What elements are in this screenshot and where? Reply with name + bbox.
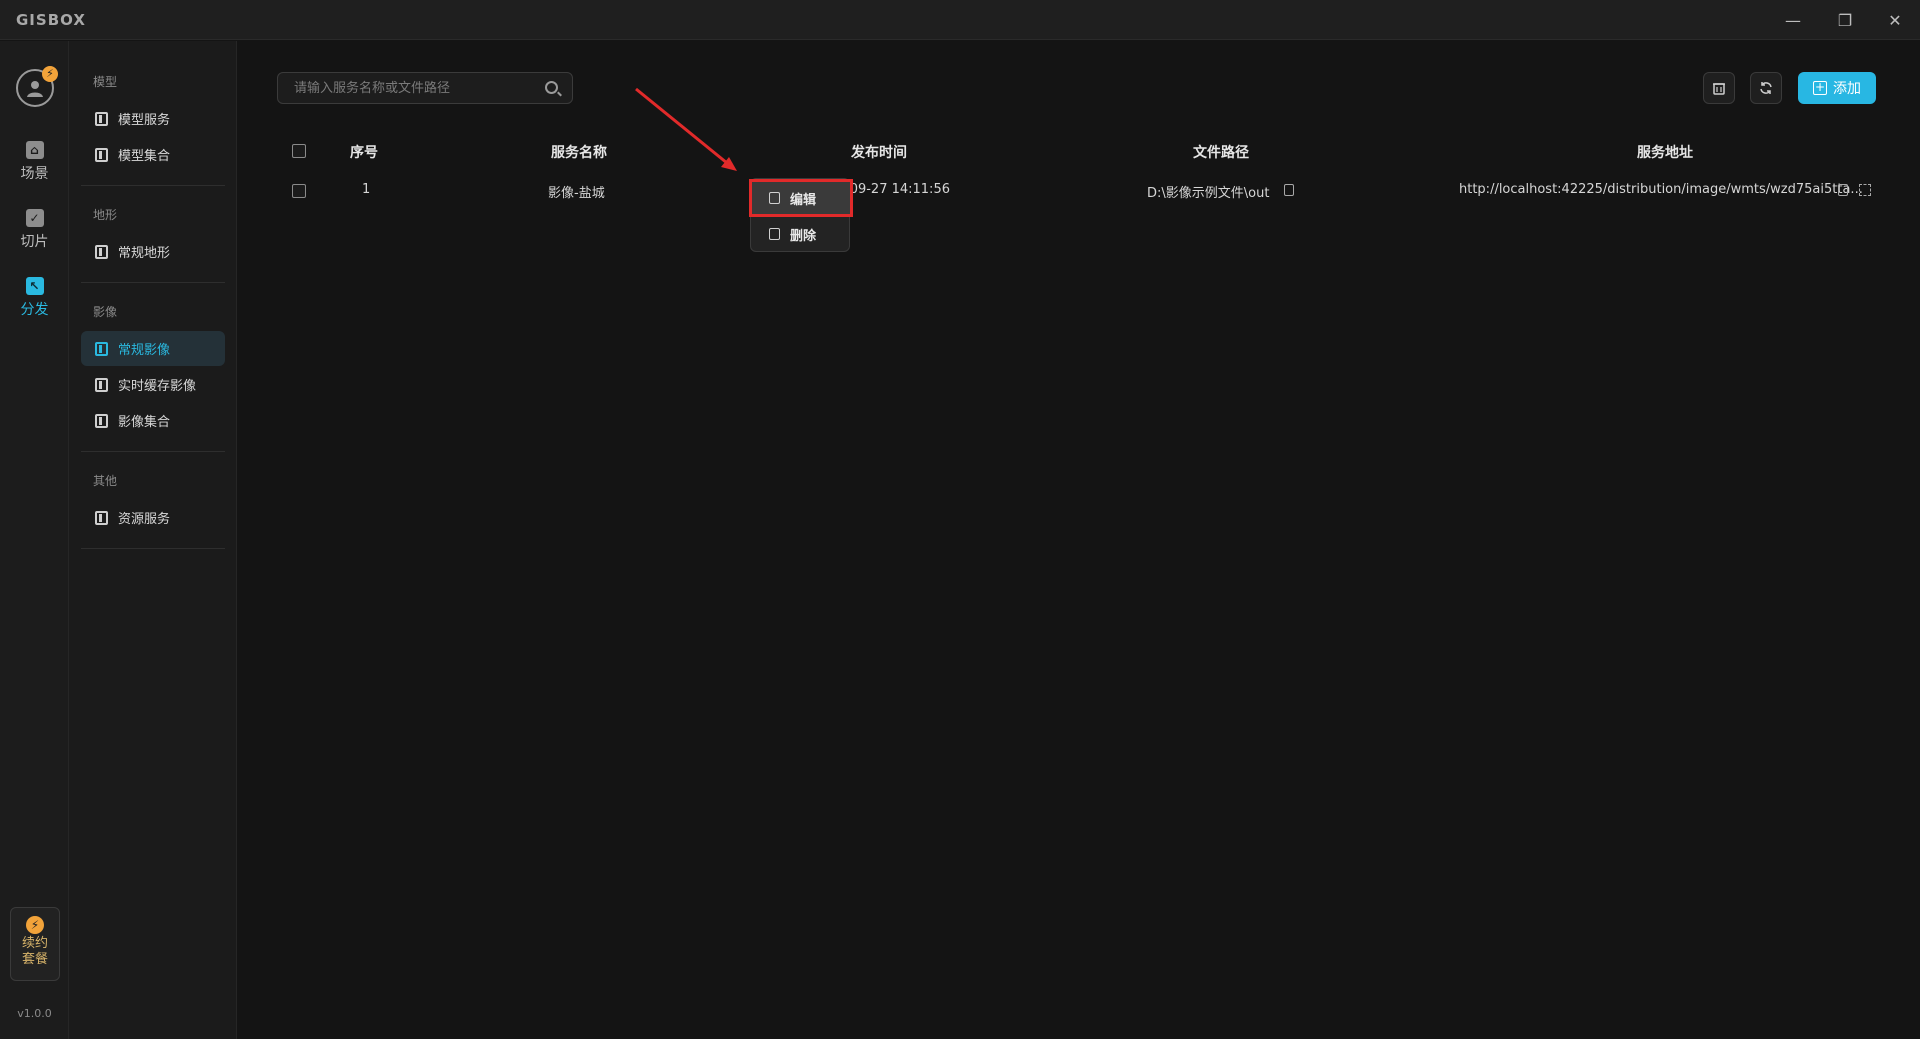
add-button[interactable]: + 添加	[1798, 72, 1876, 104]
renew-label-1: 续约	[21, 936, 48, 951]
rail-item-slice[interactable]: ✓ 切片	[0, 209, 69, 265]
sidebar-item-label: 资源服务	[118, 512, 171, 527]
column-header-url: 服务地址	[1637, 145, 1693, 161]
icon-rail: ⚡ ⌂ 场景 ✓ 切片 ↖ 分发 ⚡ 续约 套餐 v1.0.0	[0, 41, 69, 1039]
main-content: + 添加 序号 服务名称 发布时间 文件路径 服务地址 1 影像-盐城 -09-…	[237, 41, 1920, 1039]
group-title-imagery: 影像	[93, 305, 118, 319]
column-header-time: 发布时间	[851, 145, 907, 161]
imagery-icon	[95, 413, 108, 428]
trash-icon	[769, 228, 780, 240]
select-all-checkbox[interactable]	[292, 144, 306, 158]
slice-icon: ✓	[25, 209, 44, 227]
home-icon: ⌂	[25, 141, 44, 159]
trash-icon	[1713, 83, 1725, 95]
group-title-model: 模型	[93, 75, 118, 89]
sidebar-item-model-service[interactable]: 模型服务	[81, 101, 225, 136]
context-menu: 编辑 删除	[749, 178, 853, 252]
copy-path-icon[interactable]	[1284, 184, 1294, 196]
sidebar-item-label: 常规地形	[118, 246, 171, 261]
minimize-button[interactable]: —	[1773, 6, 1813, 34]
user-icon	[27, 81, 43, 97]
row-url: http://localhost:42225/distribution/imag…	[1459, 182, 1863, 197]
column-header-index: 序号	[350, 145, 378, 161]
search-icon[interactable]	[545, 81, 558, 94]
renew-plan-button[interactable]: ⚡ 续约 套餐	[10, 907, 60, 981]
edit-label: 编辑	[790, 192, 817, 208]
divider	[81, 185, 225, 186]
sidebar: 模型 模型服务 模型集合 地形 常规地形 影像 常规影像 实时缓存影像 影像集合…	[69, 41, 237, 1039]
group-title-terrain: 地形	[93, 208, 118, 222]
divider	[81, 548, 225, 549]
sidebar-item-imagery-collection[interactable]: 影像集合	[81, 403, 225, 438]
version-label: v1.0.0	[17, 1007, 52, 1020]
group-title-other: 其他	[93, 474, 118, 488]
divider	[81, 451, 225, 452]
lightning-badge-icon: ⚡	[42, 66, 58, 82]
row-index: 1	[362, 182, 371, 197]
sidebar-item-label: 模型集合	[118, 149, 171, 164]
sidebar-item-resource-service[interactable]: 资源服务	[81, 500, 225, 535]
sidebar-item-label: 影像集合	[118, 415, 171, 430]
sidebar-item-label: 实时缓存影像	[118, 379, 197, 394]
imagery-icon	[95, 341, 108, 356]
distribute-icon: ↖	[25, 277, 44, 295]
sidebar-item-realtime-cache-imagery[interactable]: 实时缓存影像	[81, 367, 225, 402]
plus-icon: +	[1813, 80, 1827, 95]
row-name: 影像-盐城	[548, 186, 605, 201]
sidebar-item-label: 模型服务	[118, 113, 171, 128]
delete-selected-button[interactable]	[1703, 72, 1735, 104]
bolt-icon: ⚡	[26, 916, 44, 934]
model-icon	[95, 147, 108, 162]
app-logo: GISBOX	[16, 11, 86, 29]
context-menu-edit[interactable]: 编辑	[749, 179, 853, 217]
sidebar-item-model-collection[interactable]: 模型集合	[81, 137, 225, 172]
resource-icon	[95, 510, 108, 525]
sidebar-item-label: 常规影像	[118, 343, 171, 358]
add-button-label: 添加	[1833, 81, 1861, 97]
refresh-button[interactable]	[1750, 72, 1782, 104]
row-path: D:\影像示例文件\out	[1147, 186, 1270, 201]
sidebar-item-imagery[interactable]: 常规影像	[81, 331, 225, 366]
row-checkbox[interactable]	[292, 184, 306, 198]
model-icon	[95, 111, 108, 126]
edit-icon	[769, 192, 780, 204]
rail-item-distribute[interactable]: ↖ 分发	[0, 277, 69, 333]
column-header-path: 文件路径	[1193, 145, 1249, 161]
copy-url-icon[interactable]	[1838, 184, 1848, 196]
column-header-name: 服务名称	[551, 145, 607, 161]
imagery-icon	[95, 377, 108, 392]
rail-item-label: 分发	[20, 302, 49, 318]
sidebar-item-terrain[interactable]: 常规地形	[81, 234, 225, 269]
divider	[81, 282, 225, 283]
search-box	[277, 72, 573, 104]
qr-code-icon[interactable]	[1859, 184, 1871, 196]
search-input[interactable]	[278, 73, 528, 103]
restore-button[interactable]: ❐	[1825, 6, 1865, 34]
rail-item-label: 切片	[20, 234, 49, 250]
renew-label-2: 套餐	[21, 952, 48, 967]
refresh-icon	[1760, 82, 1772, 94]
delete-label: 删除	[790, 228, 817, 244]
title-bar: GISBOX — ❐ ✕	[0, 0, 1920, 40]
rail-item-scene[interactable]: ⌂ 场景	[0, 141, 69, 197]
context-menu-delete[interactable]: 删除	[751, 217, 851, 251]
row-time: -09-27 14:11:56	[845, 182, 950, 197]
rail-item-label: 场景	[20, 166, 49, 182]
close-button[interactable]: ✕	[1875, 6, 1915, 34]
terrain-icon	[95, 244, 108, 259]
